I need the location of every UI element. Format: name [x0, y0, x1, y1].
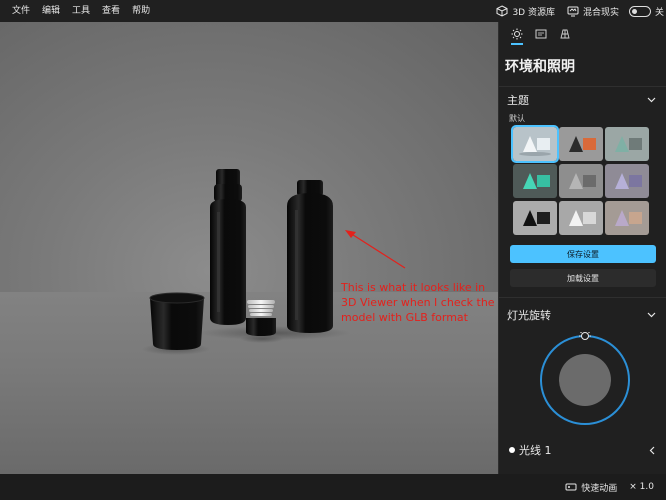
- light-item-label: 光线 1: [519, 444, 552, 457]
- grid-icon: [560, 29, 570, 39]
- menu-edit[interactable]: 编辑: [36, 0, 66, 22]
- annotation-arrow: [345, 230, 406, 269]
- animation-icon: [565, 483, 577, 491]
- mixed-reality-icon: [567, 6, 579, 17]
- shadow-cap: [240, 335, 284, 343]
- chevron-down-icon: [647, 97, 656, 103]
- tab-stats[interactable]: [529, 22, 553, 46]
- main-menu: 文件 编辑 工具 查看 帮助: [0, 0, 156, 22]
- theme-tile-6[interactable]: [605, 164, 649, 198]
- sun-icon: [511, 28, 523, 40]
- scene-render: [142, 169, 406, 355]
- theme-tile-7[interactable]: [513, 201, 557, 235]
- light-rotation-header[interactable]: 灯光旋转: [499, 302, 666, 328]
- theme-tile-8[interactable]: [559, 201, 603, 235]
- speed-selector[interactable]: × 1.0: [629, 482, 654, 492]
- theme-grid: [499, 125, 666, 235]
- theme-section-header[interactable]: 主题: [499, 87, 666, 113]
- default-label: 默认: [509, 114, 525, 123]
- mixed-reality-button[interactable]: 混合现实: [561, 0, 625, 22]
- black-cup: [149, 292, 205, 350]
- top-right-controls: 3D 资源库 混合现实 关: [490, 0, 666, 22]
- panel-tabs: [499, 22, 666, 46]
- menu-help[interactable]: 帮助: [126, 0, 156, 22]
- menu-file[interactable]: 文件: [6, 0, 36, 22]
- chevron-down-icon: [647, 312, 656, 318]
- load-settings-button[interactable]: 加载设置: [510, 269, 656, 287]
- quick-animation-button[interactable]: 快速动画: [565, 481, 617, 494]
- mixed-reality-toggle[interactable]: [628, 5, 651, 17]
- light-rotation-wheel[interactable]: [537, 330, 633, 428]
- menu-bar: 文件 编辑 工具 查看 帮助 3D 资源库 混合现实 关: [0, 0, 666, 22]
- status-bar: 快速动画 × 1.0: [0, 474, 666, 500]
- tab-mesh[interactable]: [553, 22, 577, 46]
- stats-icon: [535, 29, 547, 39]
- right-bottle: [287, 180, 333, 333]
- mixed-reality-label: 混合现实: [582, 7, 619, 18]
- theme-tile-2[interactable]: [559, 127, 603, 161]
- light-item-1[interactable]: 光线 1: [499, 436, 666, 464]
- theme-section-label: 主题: [507, 94, 529, 107]
- theme-tile-3[interactable]: [605, 127, 649, 161]
- theme-tile-1[interactable]: [511, 125, 559, 163]
- 3d-viewport[interactable]: This is what it looks like in 3D Viewer …: [0, 22, 498, 474]
- theme-tile-4[interactable]: [513, 164, 557, 198]
- light-dot: [509, 447, 515, 453]
- quick-animation-label: 快速动画: [581, 483, 618, 494]
- speed-label: × 1.0: [629, 482, 654, 492]
- white-cap: [246, 300, 276, 336]
- 3d-library-label: 3D 资源库: [512, 7, 555, 18]
- 3d-library-button[interactable]: 3D 资源库: [490, 0, 561, 22]
- theme-tile-5[interactable]: [559, 164, 603, 198]
- annotation-text: This is what it looks like in 3D Viewer …: [341, 281, 495, 324]
- tab-environment[interactable]: [505, 22, 529, 46]
- theme-tile-9[interactable]: [605, 201, 649, 235]
- menu-tools[interactable]: 工具: [66, 0, 96, 22]
- environment-panel: 环境和照明 主题 默认 保存设置 加载设置 灯光旋转 光线 1: [498, 22, 666, 474]
- menu-view[interactable]: 查看: [96, 0, 126, 22]
- panel-title: 环境和照明: [505, 59, 575, 75]
- light-rotation-label: 灯光旋转: [507, 309, 551, 322]
- left-bottle: [210, 169, 246, 325]
- save-settings-button[interactable]: 保存设置: [510, 245, 656, 263]
- chevron-left-icon: [649, 446, 655, 454]
- cube-icon: [496, 5, 508, 17]
- divider: [499, 297, 666, 298]
- toggle-state-label: 关: [654, 7, 664, 18]
